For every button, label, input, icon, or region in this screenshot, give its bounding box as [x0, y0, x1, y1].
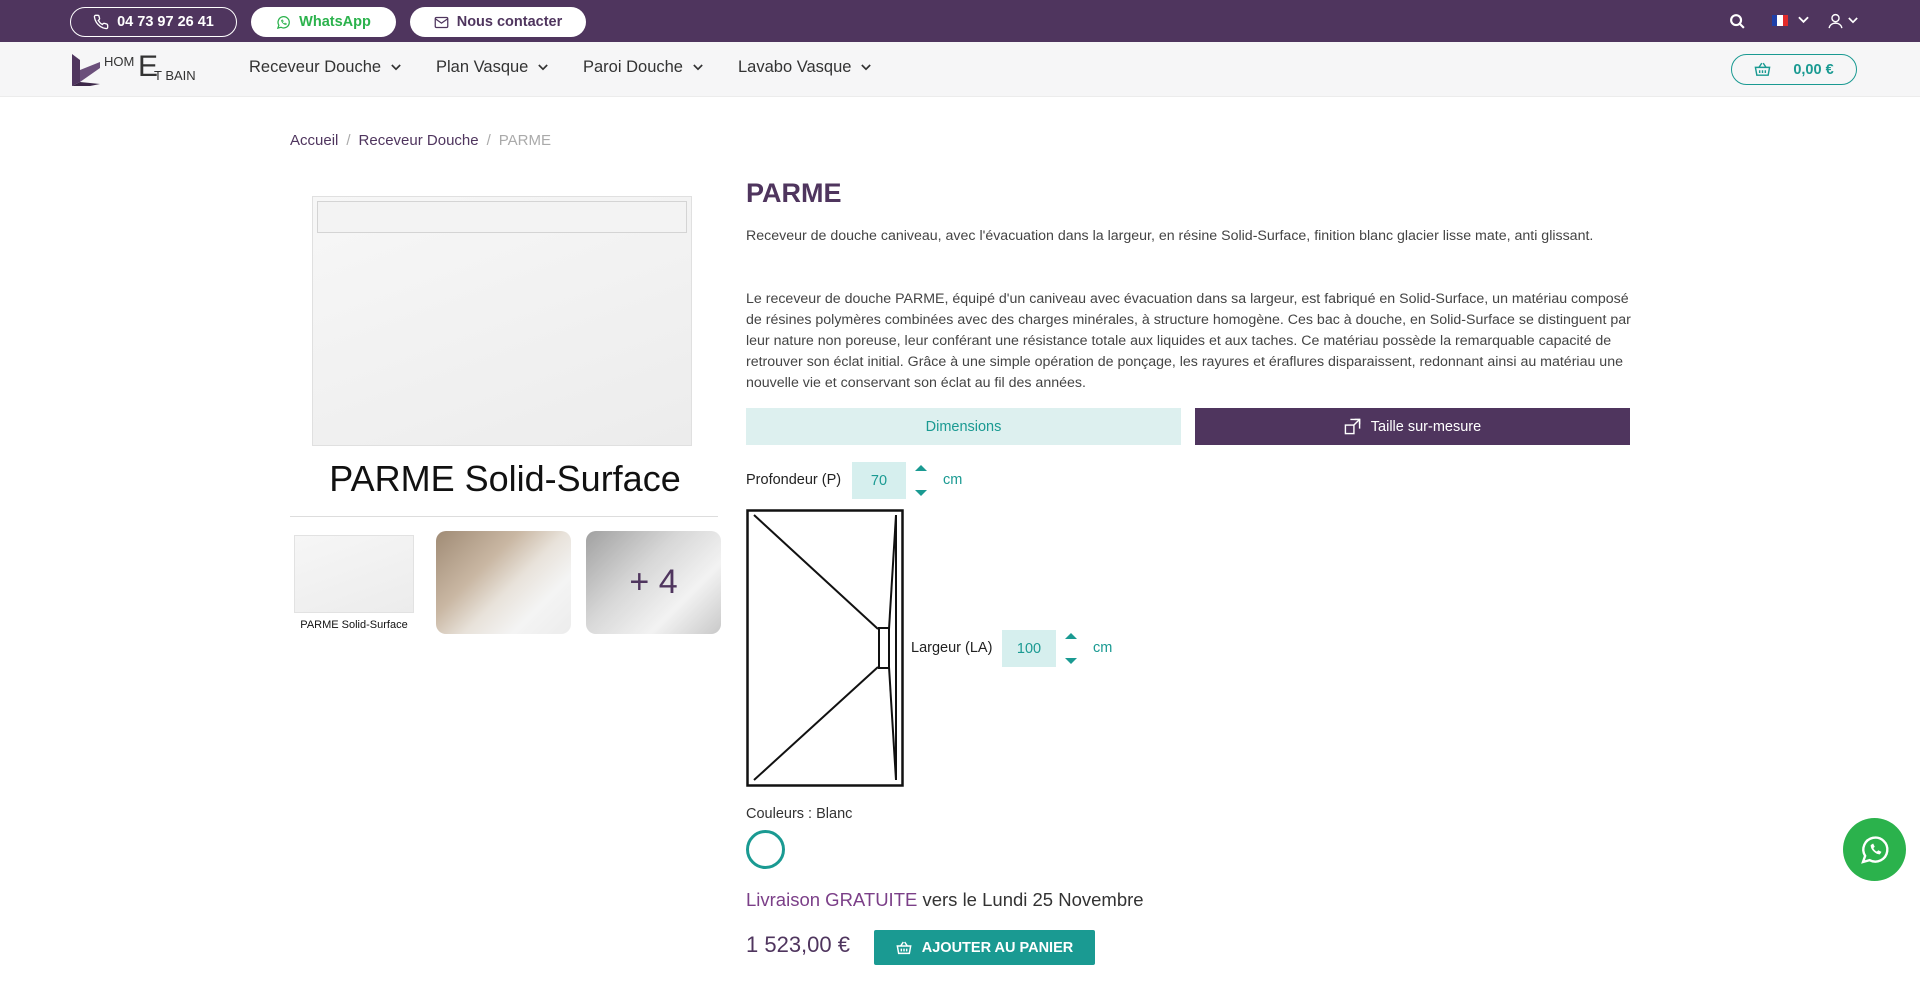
dimensions-button[interactable]: Dimensions	[746, 408, 1181, 445]
colors-label: Couleurs : Blanc	[746, 806, 853, 822]
thumbnail-2[interactable]	[436, 531, 571, 634]
drain-channel	[317, 201, 687, 233]
thumbnail-caption: PARME Solid-Surface	[300, 619, 408, 631]
dimensions-label: Dimensions	[925, 418, 1002, 435]
breadcrumb-home[interactable]: Accueil	[290, 132, 338, 149]
logo-mark-icon	[72, 54, 100, 86]
thumbnail-tray-image	[294, 535, 414, 613]
nav-item-label: Receveur Douche	[249, 58, 382, 76]
nav-item-receveur-douche[interactable]: Receveur Douche	[249, 58, 401, 77]
width-increment-icon	[1065, 633, 1077, 639]
user-chevron-icon[interactable]	[1848, 17, 1858, 24]
nav-item-label: Lavabo Vasque	[738, 58, 852, 76]
nav-item-label: Plan Vasque	[436, 58, 529, 76]
site-logo[interactable]: HOM E T BAIN	[68, 50, 208, 88]
basket-icon	[1754, 62, 1771, 76]
product-price: 1 523,00 €	[746, 932, 850, 957]
top-bar: 04 73 97 26 41 WhatsApp Nous contacter	[0, 0, 1920, 42]
breadcrumb: Accueil / Receveur Douche / PARME	[290, 132, 551, 149]
width-decrement-icon	[1065, 658, 1077, 664]
chevron-down-icon	[693, 64, 703, 71]
product-title: PARME	[746, 178, 842, 208]
thumbnail-1[interactable]: PARME Solid-Surface	[290, 531, 425, 634]
depth-label: Profondeur (P)	[746, 472, 842, 488]
thumbnail-more[interactable]: + 4	[586, 531, 721, 634]
nav-item-label: Paroi Douche	[583, 58, 683, 76]
depth-input[interactable]	[852, 462, 906, 499]
more-images-count: + 4	[586, 531, 721, 634]
delivery-highlight: Livraison GRATUITE	[746, 889, 918, 910]
search-icon[interactable]	[1729, 13, 1746, 30]
contact-label: Nous contacter	[456, 14, 563, 30]
whatsapp-label: WhatsApp	[299, 14, 371, 30]
cart-button[interactable]: 0,00 €	[1731, 54, 1857, 85]
breadcrumb-separator: /	[346, 132, 351, 149]
shower-tray-image	[312, 196, 692, 446]
chevron-down-icon	[861, 64, 872, 71]
product-short-description: Receveur de douche caniveau, avec l'évac…	[746, 228, 1594, 244]
whatsapp-button[interactable]: WhatsApp	[251, 7, 396, 37]
add-to-cart-label: AJOUTER AU PANIER	[921, 939, 1074, 956]
user-icon[interactable]	[1827, 12, 1844, 30]
basket-icon	[896, 941, 912, 954]
delivery-info: Livraison GRATUITE vers le Lundi 25 Nove…	[746, 889, 1144, 911]
width-unit: cm	[1093, 640, 1113, 656]
whatsapp-icon	[1860, 835, 1888, 864]
breadcrumb-separator: /	[486, 132, 491, 149]
phone-number: 04 73 97 26 41	[117, 14, 214, 30]
chevron-down-icon	[538, 64, 549, 71]
whatsapp-floating-button[interactable]	[1843, 818, 1906, 881]
color-swatch-white[interactable]	[746, 830, 785, 869]
product-long-description: Le receveur de douche PARME, équipé d'un…	[746, 291, 1631, 391]
main-nav: HOM E T BAIN Receveur Douche Plan Vasque…	[0, 42, 1920, 97]
breadcrumb-category[interactable]: Receveur Douche	[359, 132, 479, 149]
custom-size-label: Taille sur-mesure	[1370, 418, 1482, 435]
shower-tray-diagram	[746, 509, 904, 787]
nav-item-lavabo-vasque[interactable]: Lavabo Vasque	[738, 58, 872, 77]
depth-decrement-icon	[915, 490, 927, 496]
nav-item-paroi-douche[interactable]: Paroi Douche	[583, 58, 703, 77]
custom-size-button[interactable]: Taille sur-mesure	[1195, 408, 1630, 445]
resize-icon	[1344, 418, 1361, 435]
flag-fr-icon[interactable]	[1772, 15, 1788, 26]
phone-button[interactable]: 04 73 97 26 41	[70, 7, 237, 37]
cart-total: 0,00 €	[1793, 61, 1834, 78]
contact-button[interactable]: Nous contacter	[410, 7, 586, 37]
depth-increment-icon	[915, 465, 927, 471]
gallery-divider	[290, 516, 718, 517]
delivery-date: vers le Lundi 25 Novembre	[917, 889, 1144, 910]
main-product-image[interactable]: PARME Solid-Surface	[290, 188, 720, 499]
logo-text-bain: T BAIN	[154, 68, 196, 83]
logo-text-home: HOM	[104, 54, 135, 69]
mail-icon	[434, 16, 449, 28]
chevron-down-icon	[391, 64, 401, 71]
nav-item-plan-vasque[interactable]: Plan Vasque	[436, 58, 549, 77]
depth-stepper[interactable]	[914, 462, 928, 500]
width-stepper[interactable]	[1064, 630, 1078, 668]
width-input[interactable]	[1002, 630, 1056, 667]
width-label: Largeur (LA)	[911, 640, 993, 656]
chevron-down-icon[interactable]	[1798, 16, 1809, 24]
depth-unit: cm	[943, 472, 963, 488]
whatsapp-icon	[277, 15, 291, 29]
add-to-cart-button[interactable]: AJOUTER AU PANIER	[874, 930, 1095, 965]
main-image-caption: PARME Solid-Surface	[329, 458, 681, 499]
phone-icon	[93, 14, 109, 30]
breadcrumb-current: PARME	[498, 132, 552, 149]
